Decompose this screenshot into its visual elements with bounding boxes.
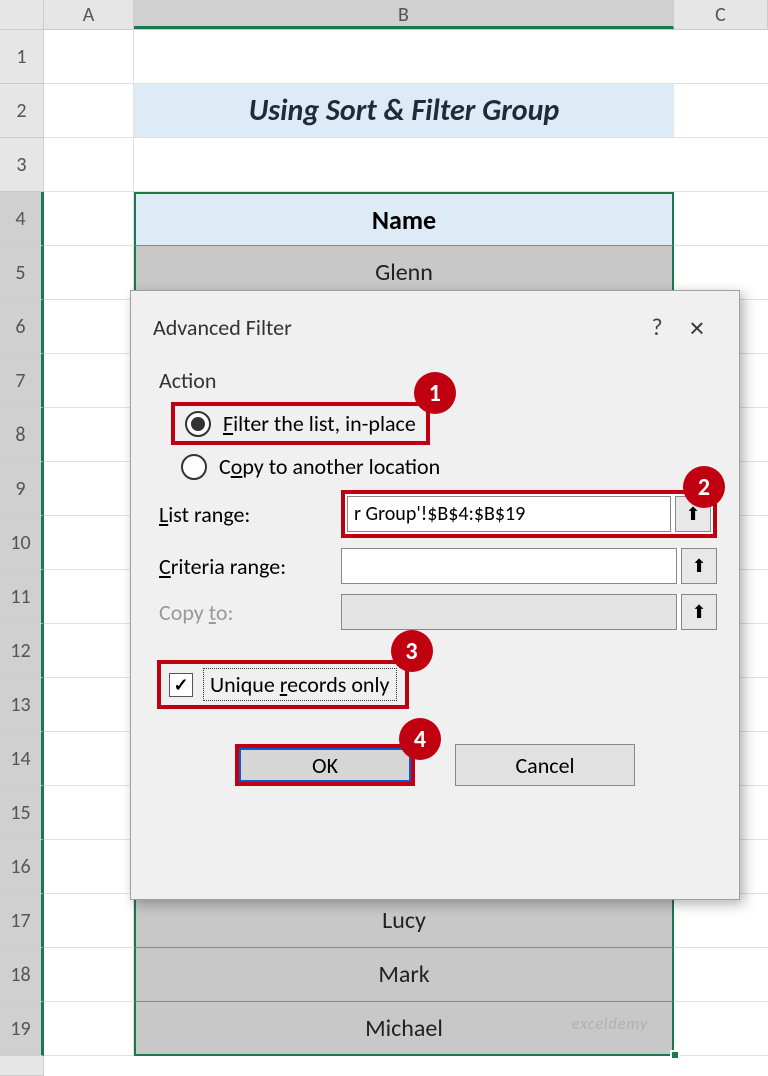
- row-headers: 1 2 3 4 5 6 7 8 9 10 11 12 13 14 15 16 1…: [0, 30, 44, 1076]
- col-header-A[interactable]: A: [44, 0, 134, 29]
- list-range-group: ⬆: [341, 490, 717, 538]
- cell-A4[interactable]: [44, 192, 134, 246]
- row-header-9[interactable]: 9: [0, 462, 44, 516]
- criteria-range-input[interactable]: [341, 548, 677, 584]
- watermark: exceldemy: [572, 1015, 648, 1034]
- advanced-filter-dialog: Advanced Filter ? × Action Filter the li…: [130, 290, 740, 900]
- cell-A7[interactable]: [44, 354, 134, 408]
- row-header-19[interactable]: 19: [0, 1002, 44, 1056]
- radio-copy-location-label: Copy to another location: [219, 453, 440, 480]
- radio-icon: [181, 454, 207, 480]
- row-header-2[interactable]: 2: [0, 84, 44, 138]
- cell-B3[interactable]: [134, 138, 674, 192]
- cell-A16[interactable]: [44, 840, 134, 894]
- close-icon[interactable]: ×: [677, 310, 717, 345]
- row-header-12[interactable]: 12: [0, 624, 44, 678]
- row-header-4[interactable]: 4: [0, 192, 44, 246]
- cell-A1[interactable]: [44, 30, 134, 84]
- row-header-3[interactable]: 3: [0, 138, 44, 192]
- list-range-label: List range:: [159, 501, 329, 528]
- criteria-range-group: ⬆: [341, 548, 717, 584]
- dialog-title: Advanced Filter: [153, 314, 637, 341]
- list-range-input[interactable]: [347, 496, 671, 532]
- cell-A19[interactable]: [44, 1002, 134, 1056]
- copy-to-group: ⬆: [341, 594, 717, 630]
- row-header-11[interactable]: 11: [0, 570, 44, 624]
- table-header-name[interactable]: Name: [134, 192, 674, 246]
- column-headers-row: A B C: [0, 0, 768, 30]
- row-header-7[interactable]: 7: [0, 354, 44, 408]
- radio-filter-in-place[interactable]: Filter the list, in-place 1: [171, 402, 430, 445]
- col-header-B[interactable]: B: [134, 0, 674, 29]
- col-header-C[interactable]: C: [674, 0, 768, 29]
- cell-A6[interactable]: [44, 300, 134, 354]
- copy-to-input: [341, 594, 677, 630]
- ok-button-label: OK: [312, 752, 338, 779]
- cell-A17[interactable]: [44, 894, 134, 948]
- cell-C19[interactable]: [674, 1002, 768, 1056]
- row-header-10[interactable]: 10: [0, 516, 44, 570]
- cell-C4[interactable]: [674, 192, 768, 246]
- row-header-6[interactable]: 6: [0, 300, 44, 354]
- row-header-13[interactable]: 13: [0, 678, 44, 732]
- cell-C3[interactable]: [674, 138, 768, 192]
- radio-copy-location[interactable]: Copy to another location: [181, 453, 717, 480]
- row-header-16[interactable]: 16: [0, 840, 44, 894]
- cell-A2[interactable]: [44, 84, 134, 138]
- unique-records-checkbox[interactable]: ✓ Unique records only 3: [157, 660, 409, 709]
- cell-A11[interactable]: [44, 570, 134, 624]
- cell-B1[interactable]: [134, 30, 674, 84]
- row-header-14[interactable]: 14: [0, 732, 44, 786]
- cell-A9[interactable]: [44, 462, 134, 516]
- collapse-range-icon[interactable]: ⬆: [681, 548, 717, 584]
- cell-C18[interactable]: [674, 948, 768, 1002]
- cell-A15[interactable]: [44, 786, 134, 840]
- row-header-17[interactable]: 17: [0, 894, 44, 948]
- table-row[interactable]: Mark: [134, 948, 674, 1002]
- row-header-20[interactable]: [0, 1056, 44, 1076]
- cell-A14[interactable]: [44, 732, 134, 786]
- radio-filter-in-place-label: Filter the list, in-place: [223, 410, 416, 437]
- criteria-range-label: Criteria range:: [159, 553, 329, 580]
- annotation-badge-3: 3: [391, 630, 433, 672]
- row-header-8[interactable]: 8: [0, 408, 44, 462]
- collapse-range-icon[interactable]: ⬆: [681, 594, 717, 630]
- annotation-badge-2: 2: [683, 466, 725, 508]
- checkbox-icon: ✓: [169, 673, 193, 697]
- row-header-18[interactable]: 18: [0, 948, 44, 1002]
- cell-C17[interactable]: [674, 894, 768, 948]
- cell-A8[interactable]: [44, 408, 134, 462]
- copy-to-label: Copy to:: [159, 599, 329, 626]
- cell-A18[interactable]: [44, 948, 134, 1002]
- cell-A3[interactable]: [44, 138, 134, 192]
- cell-A13[interactable]: [44, 678, 134, 732]
- cell-A10[interactable]: [44, 516, 134, 570]
- cell-A5[interactable]: [44, 246, 134, 300]
- table-row[interactable]: Lucy: [134, 894, 674, 948]
- row-header-5[interactable]: 5: [0, 246, 44, 300]
- dialog-title-bar[interactable]: Advanced Filter ? ×: [153, 307, 717, 347]
- annotation-badge-1: 1: [414, 372, 456, 414]
- help-button[interactable]: ?: [637, 313, 677, 342]
- row-header-1[interactable]: 1: [0, 30, 44, 84]
- ok-button[interactable]: OK 4: [235, 744, 415, 786]
- cell-C1[interactable]: [674, 30, 768, 84]
- radio-icon: [185, 411, 211, 437]
- page-title[interactable]: Using Sort & Filter Group: [134, 84, 674, 138]
- cancel-button[interactable]: Cancel: [455, 744, 635, 786]
- select-all-corner[interactable]: [0, 0, 44, 29]
- unique-records-label: Unique records only: [203, 668, 397, 701]
- row-header-15[interactable]: 15: [0, 786, 44, 840]
- cell-C2[interactable]: [674, 84, 768, 138]
- cell-A12[interactable]: [44, 624, 134, 678]
- annotation-badge-4: 4: [399, 718, 441, 760]
